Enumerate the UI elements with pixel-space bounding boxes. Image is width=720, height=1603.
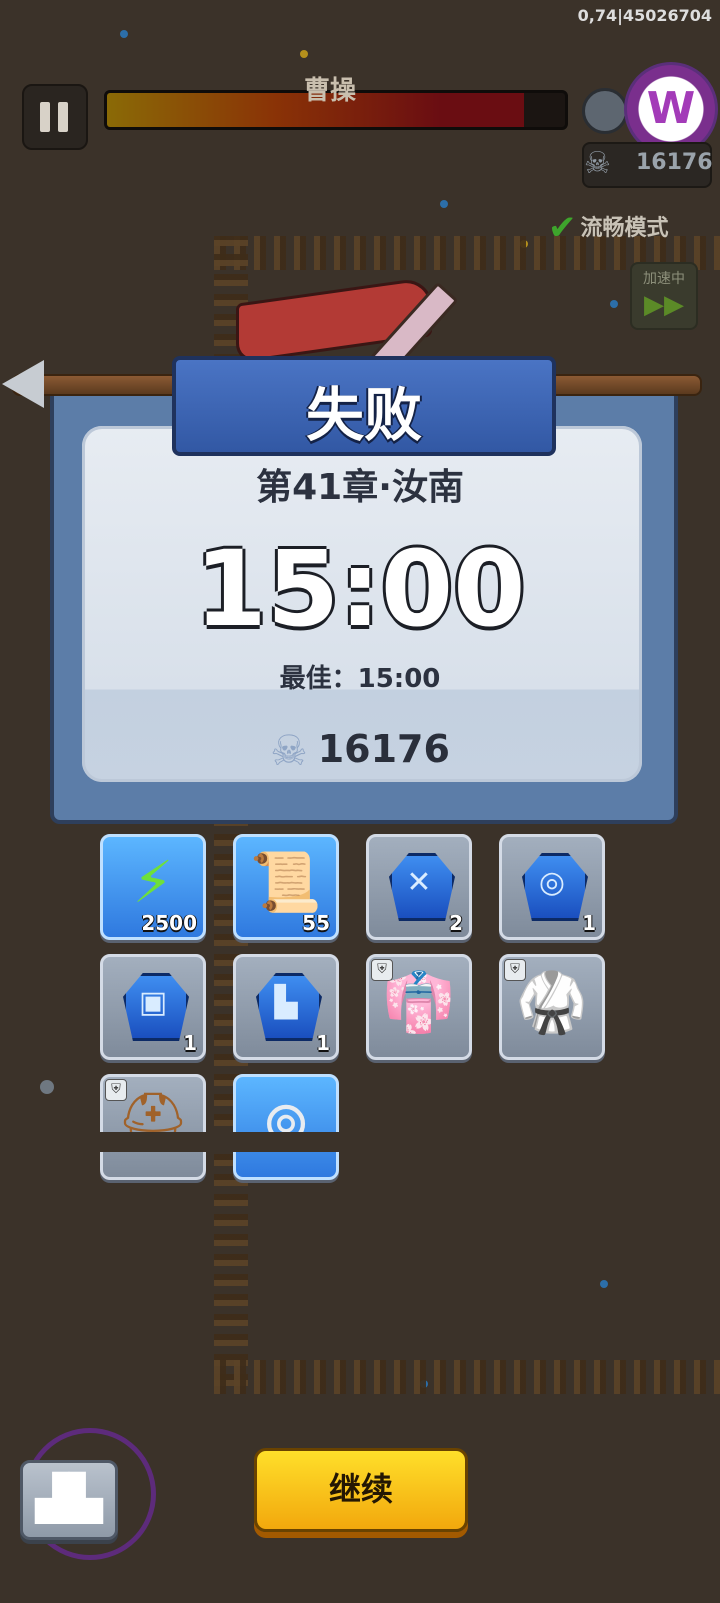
smooth-mode-toggle[interactable]: ✔ 流畅模式 [548,208,669,248]
reward-count: 2 [449,911,463,935]
reward-count: 2500 [141,911,197,935]
reward-item[interactable]: 📜 55 [233,834,339,940]
speed-button[interactable]: 加速中 ▶▶ [630,262,698,330]
continue-button[interactable]: 继续 [254,1448,468,1532]
map-scroll-icon: 📜 [249,848,323,916]
result-title-banner: 失败 [172,356,556,456]
leaderboard-button[interactable]: ▟▙ [20,1460,118,1540]
reward-item[interactable]: ▙ 1 [233,954,339,1060]
podium-icon: ▟▙ [35,1473,103,1524]
checkmark-icon: ✔ [548,208,577,248]
total-kills: ☠ 16176 [0,726,720,775]
coin-icon [582,88,628,134]
speed-button-label: 加速中 [643,271,685,287]
reward-item[interactable]: ✕ 2 [366,834,472,940]
fence-bottom [214,1360,720,1394]
reward-count: 1 [183,1031,197,1055]
reward-item[interactable]: ⛨ 🥋 [499,954,605,1060]
reward-item[interactable]: ▣ 1 [100,954,206,1060]
red-armor-icon: 👘 [382,968,456,1036]
fast-forward-icon: ▶▶ [644,290,684,320]
reward-item[interactable]: ⛨ ⛑ [100,1074,206,1180]
reward-item[interactable]: ◎ 1 [499,834,605,940]
kill-counter-value: 16176 [636,150,713,175]
total-kills-value: 16176 [317,727,450,771]
debug-label: 0,74|45026704 [577,6,712,25]
reward-item[interactable]: ⚡ 2500 [100,834,206,940]
skull-icon: ☠ [270,726,308,775]
reward-item[interactable]: ⊚ [233,1074,339,1180]
reward-count: 1 [582,911,596,935]
best-time: 最佳：15:00 [279,664,441,694]
reward-item[interactable]: ⛨ 👘 [366,954,472,1060]
smooth-mode-label: 流畅模式 [580,216,669,241]
survival-time: 15:00 [194,528,526,650]
energy-bolt-icon: ⚡ [132,848,174,916]
reward-count: 55 [302,911,330,935]
reward-count: 1 [316,1031,330,1055]
chapter-name: 第41章·汝南 [256,467,464,508]
kill-counter: ☠ 16176 [582,142,713,188]
boss-name: 曹操 [303,76,356,106]
skull-icon: ☠ [584,146,611,181]
reward-grid-clip [0,1132,720,1152]
spear-tip-icon [2,360,44,408]
result-title: 失败 [305,381,422,449]
purple-armor-icon: 🥋 [515,968,589,1036]
